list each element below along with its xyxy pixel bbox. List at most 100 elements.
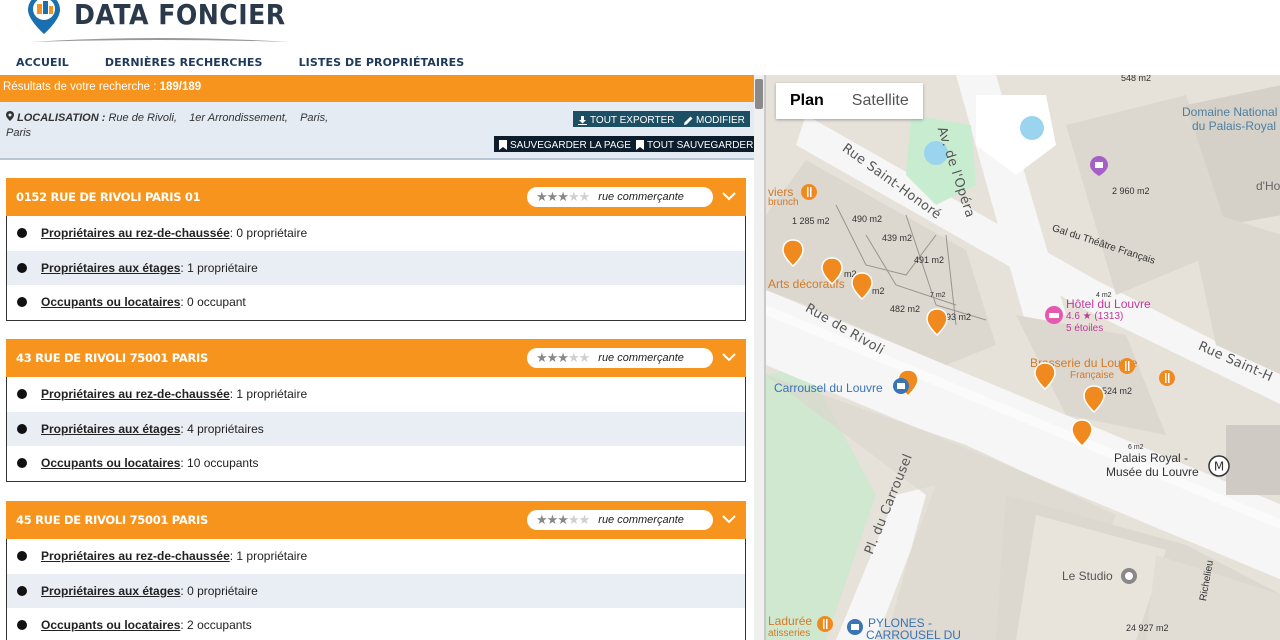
scrollbar[interactable] [754,75,764,640]
property-marker-icon[interactable] [851,272,873,300]
chevron-down-icon[interactable] [722,514,736,524]
property-marker-icon[interactable] [1071,419,1093,447]
detail-link[interactable]: Propriétaires aux étages [41,422,180,436]
location-bar: LOCALISATION : Rue de Rivoli, 1er Arrond… [0,102,759,160]
bullet-icon [17,423,27,434]
detail-link[interactable]: Propriétaires au rez-de-chaussée [41,387,230,401]
nav-owner-lists[interactable]: LISTES DE PROPRIÉTAIRES [299,56,465,69]
poi-hotel-stars: 5 étoiles [1066,323,1104,334]
property-address: 45 RUE DE RIVOLI 75001 PARIS [16,513,208,527]
restaurant-pin-icon[interactable] [1158,369,1176,389]
restaurant-pin-icon[interactable] [800,183,818,203]
nav-recent-searches[interactable]: DERNIÈRES RECHERCHES [105,56,263,69]
detail-row: Propriétaires aux étages : 0 propriétair… [7,573,745,608]
metro-icon[interactable]: M [1208,455,1230,477]
property-address: 0152 RUE DE RIVOLI PARIS 01 [16,190,201,204]
bullet-icon [17,389,27,400]
property-marker-icon[interactable] [1083,385,1105,413]
bullet-icon [17,228,27,239]
location-text: LOCALISATION : Rue de Rivoli, 1er Arrond… [6,111,366,141]
detail-value: : 0 propriétaire [229,226,308,241]
area-label: 548 m2 [1121,75,1152,83]
map-tab-plan[interactable]: Plan [776,83,838,119]
detail-row: Propriétaires au rez-de-chaussée : 1 pro… [7,377,745,412]
download-icon [578,115,587,125]
property-card-header[interactable]: 43 RUE DE RIVOLI 75001 PARIS ★★★★★ rue c… [6,339,746,377]
chevron-down-icon[interactable] [722,352,736,362]
property-marker-icon[interactable] [1034,362,1056,390]
detail-value: : 2 occupants [180,618,252,633]
restaurant-pin-icon[interactable] [1118,357,1136,377]
property-marker-icon[interactable] [926,308,948,336]
detail-link[interactable]: Occupants ou locataires [41,456,180,470]
poi-carrousel-louvre[interactable]: Carrousel du Louvre [774,381,883,395]
detail-link[interactable]: Occupants ou locataires [41,295,180,309]
property-card-header[interactable]: 0152 RUE DE RIVOLI PARIS 01 ★★★★★ rue co… [6,178,746,216]
detail-link[interactable]: Propriétaires au rez-de-chaussée [41,226,230,240]
poi-palais-royal[interactable]: Palais Royal - [1114,451,1188,465]
property-card-body: Propriétaires au rez-de-chaussée : 1 pro… [6,377,746,482]
area-label: 524 m2 [1102,386,1133,396]
poi-le-studio[interactable]: Le Studio [1062,569,1113,583]
bullet-icon [17,297,27,308]
area-label: 490 m2 [852,214,883,224]
restaurant-pin-icon[interactable] [816,615,834,635]
save-page-button[interactable]: SAUVEGARDER LA PAGE [494,136,636,152]
street-rating: ★★★★★ rue commerçante [527,187,713,207]
rating-stars: ★★★★★ [536,512,590,527]
poi-brasserie-sub: Française [1070,370,1114,381]
area-label: 439 m2 [882,233,913,243]
property-marker-icon[interactable] [821,257,843,285]
property-card-body: Propriétaires au rez-de-chaussée : 1 pro… [6,539,746,640]
results-label: Résultats de votre recherche : [3,81,157,93]
street-rating: ★★★★★ rue commerçante [527,348,713,368]
shopping-pin-icon[interactable] [1089,155,1109,177]
pencil-icon [684,116,693,125]
export-all-button[interactable]: TOUT EXPORTER [573,111,680,127]
scrollbar-thumb[interactable] [755,79,763,109]
detail-row: Propriétaires au rez-de-chaussée : 1 pro… [7,539,745,574]
area-label: 7 m2 [930,292,946,299]
bullet-icon [17,585,27,596]
location-street: Rue de Rivoli, [108,112,177,124]
results-summary: Résultats de votre recherche : 189/189 [0,75,754,102]
street-rating: ★★★★★ rue commerçante [527,510,713,530]
map-view[interactable]: Plan Satellite Av. de l'Opéra Rue Saint-… [764,75,1280,640]
modify-button[interactable]: MODIFIER [679,111,750,127]
property-card-body: Propriétaires au rez-de-chaussée : 0 pro… [6,216,746,321]
poi-hotel-louvre[interactable]: Hôtel du Louvre [1066,297,1151,311]
shopping-pin-icon[interactable] [892,377,910,395]
detail-value: : 0 occupant [180,295,246,310]
poi-hotel-rating: 4.6 ★ (1313) [1066,311,1124,322]
location-region: Paris [6,127,32,139]
location-pin-icon [6,111,14,121]
property-card-header[interactable]: 45 RUE DE RIVOLI 75001 PARIS ★★★★★ rue c… [6,501,746,539]
property-address: 43 RUE DE RIVOLI 75001 PARIS [16,351,208,365]
poi-ho: d'Ho [1256,179,1280,193]
area-label: 1 285 m2 [792,216,830,226]
detail-link[interactable]: Propriétaires aux étages [41,261,180,275]
place-icon[interactable] [1120,567,1138,585]
detail-link[interactable]: Occupants ou locataires [41,618,180,632]
export-all-label: TOUT EXPORTER [590,114,675,126]
detail-link[interactable]: Propriétaires aux étages [41,584,180,598]
nav-home[interactable]: ACCUEIL [16,56,69,69]
poi-laduree-line2: atisseries [768,628,811,639]
map-canvas[interactable] [766,75,1280,640]
chevron-down-icon[interactable] [722,191,736,201]
poi-domaine[interactable]: Domaine National [1182,105,1277,119]
shopping-pin-icon[interactable] [846,618,864,636]
logo-icon [28,0,60,34]
hotel-pin-icon[interactable] [1044,305,1064,325]
poi-laduree[interactable]: Ladurée [768,614,812,628]
map-tab-satellite[interactable]: Satellite [838,83,923,119]
area-label: 6 m2 [1128,444,1144,451]
save-all-button[interactable]: TOUT SAUVEGARDER [631,136,759,152]
detail-row: Occupants ou locataires : 10 occupants [7,446,745,481]
save-all-label: TOUT SAUVEGARDER [647,139,754,151]
poi-musee-louvre: Musée du Louvre [1106,465,1199,479]
bullet-icon [17,458,27,469]
detail-link[interactable]: Propriétaires au rez-de-chaussée [41,549,230,563]
rating-stars: ★★★★★ [536,189,590,204]
property-marker-icon[interactable] [782,239,804,267]
